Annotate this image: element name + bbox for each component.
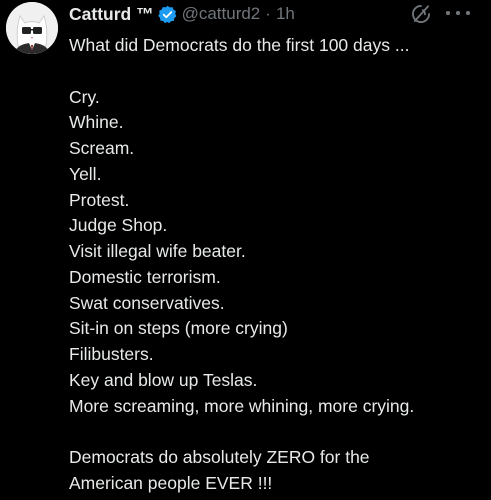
list-item: Scream. xyxy=(69,138,135,158)
list-item: Protest. xyxy=(69,189,130,210)
separator-dot: · xyxy=(265,4,271,23)
list-item: Domestic terrorism. xyxy=(69,266,221,287)
grok-icon[interactable] xyxy=(410,3,432,25)
tweet-text-intro: What did Democrats do the first 100 days… xyxy=(69,35,410,55)
list-item: Key and blow up Teslas. xyxy=(69,369,258,390)
verified-badge-icon xyxy=(157,5,176,23)
handle[interactable]: @catturd2 xyxy=(182,4,261,24)
more-options-icon[interactable] xyxy=(446,4,470,22)
more-dot xyxy=(446,11,450,15)
timestamp[interactable]: 1h xyxy=(276,4,295,24)
tweet-text: What did Democrats do the first 100 days… xyxy=(69,33,485,497)
tweet-text-closing-line: American people EVER !!! xyxy=(69,472,273,493)
avatar[interactable] xyxy=(6,2,58,54)
list-item: Swat conservatives. xyxy=(69,292,225,313)
list-item: Sit-in on steps (more crying) xyxy=(69,318,288,339)
more-dot xyxy=(456,11,460,15)
cat-avatar-icon xyxy=(6,2,58,54)
tweet-text-closing-line: Democrats do absolutely ZERO for the xyxy=(69,447,370,467)
list-item: More screaming, more whining, more cryin… xyxy=(69,395,415,416)
list-item: Whine. xyxy=(69,112,124,133)
tweet: Catturd ™ @catturd2 · 1h What did Democr… xyxy=(0,0,491,500)
tweet-header: Catturd ™ @catturd2 · 1h xyxy=(69,2,295,26)
more-dot xyxy=(466,11,470,15)
list-item: Judge Shop. xyxy=(69,215,168,236)
list-item: Cry. xyxy=(69,86,100,107)
display-name[interactable]: Catturd ™ xyxy=(69,4,154,25)
list-item: Visit illegal wife beater. xyxy=(69,241,246,261)
list-item: Filibusters. xyxy=(69,344,154,364)
list-item: Yell. xyxy=(69,163,102,184)
